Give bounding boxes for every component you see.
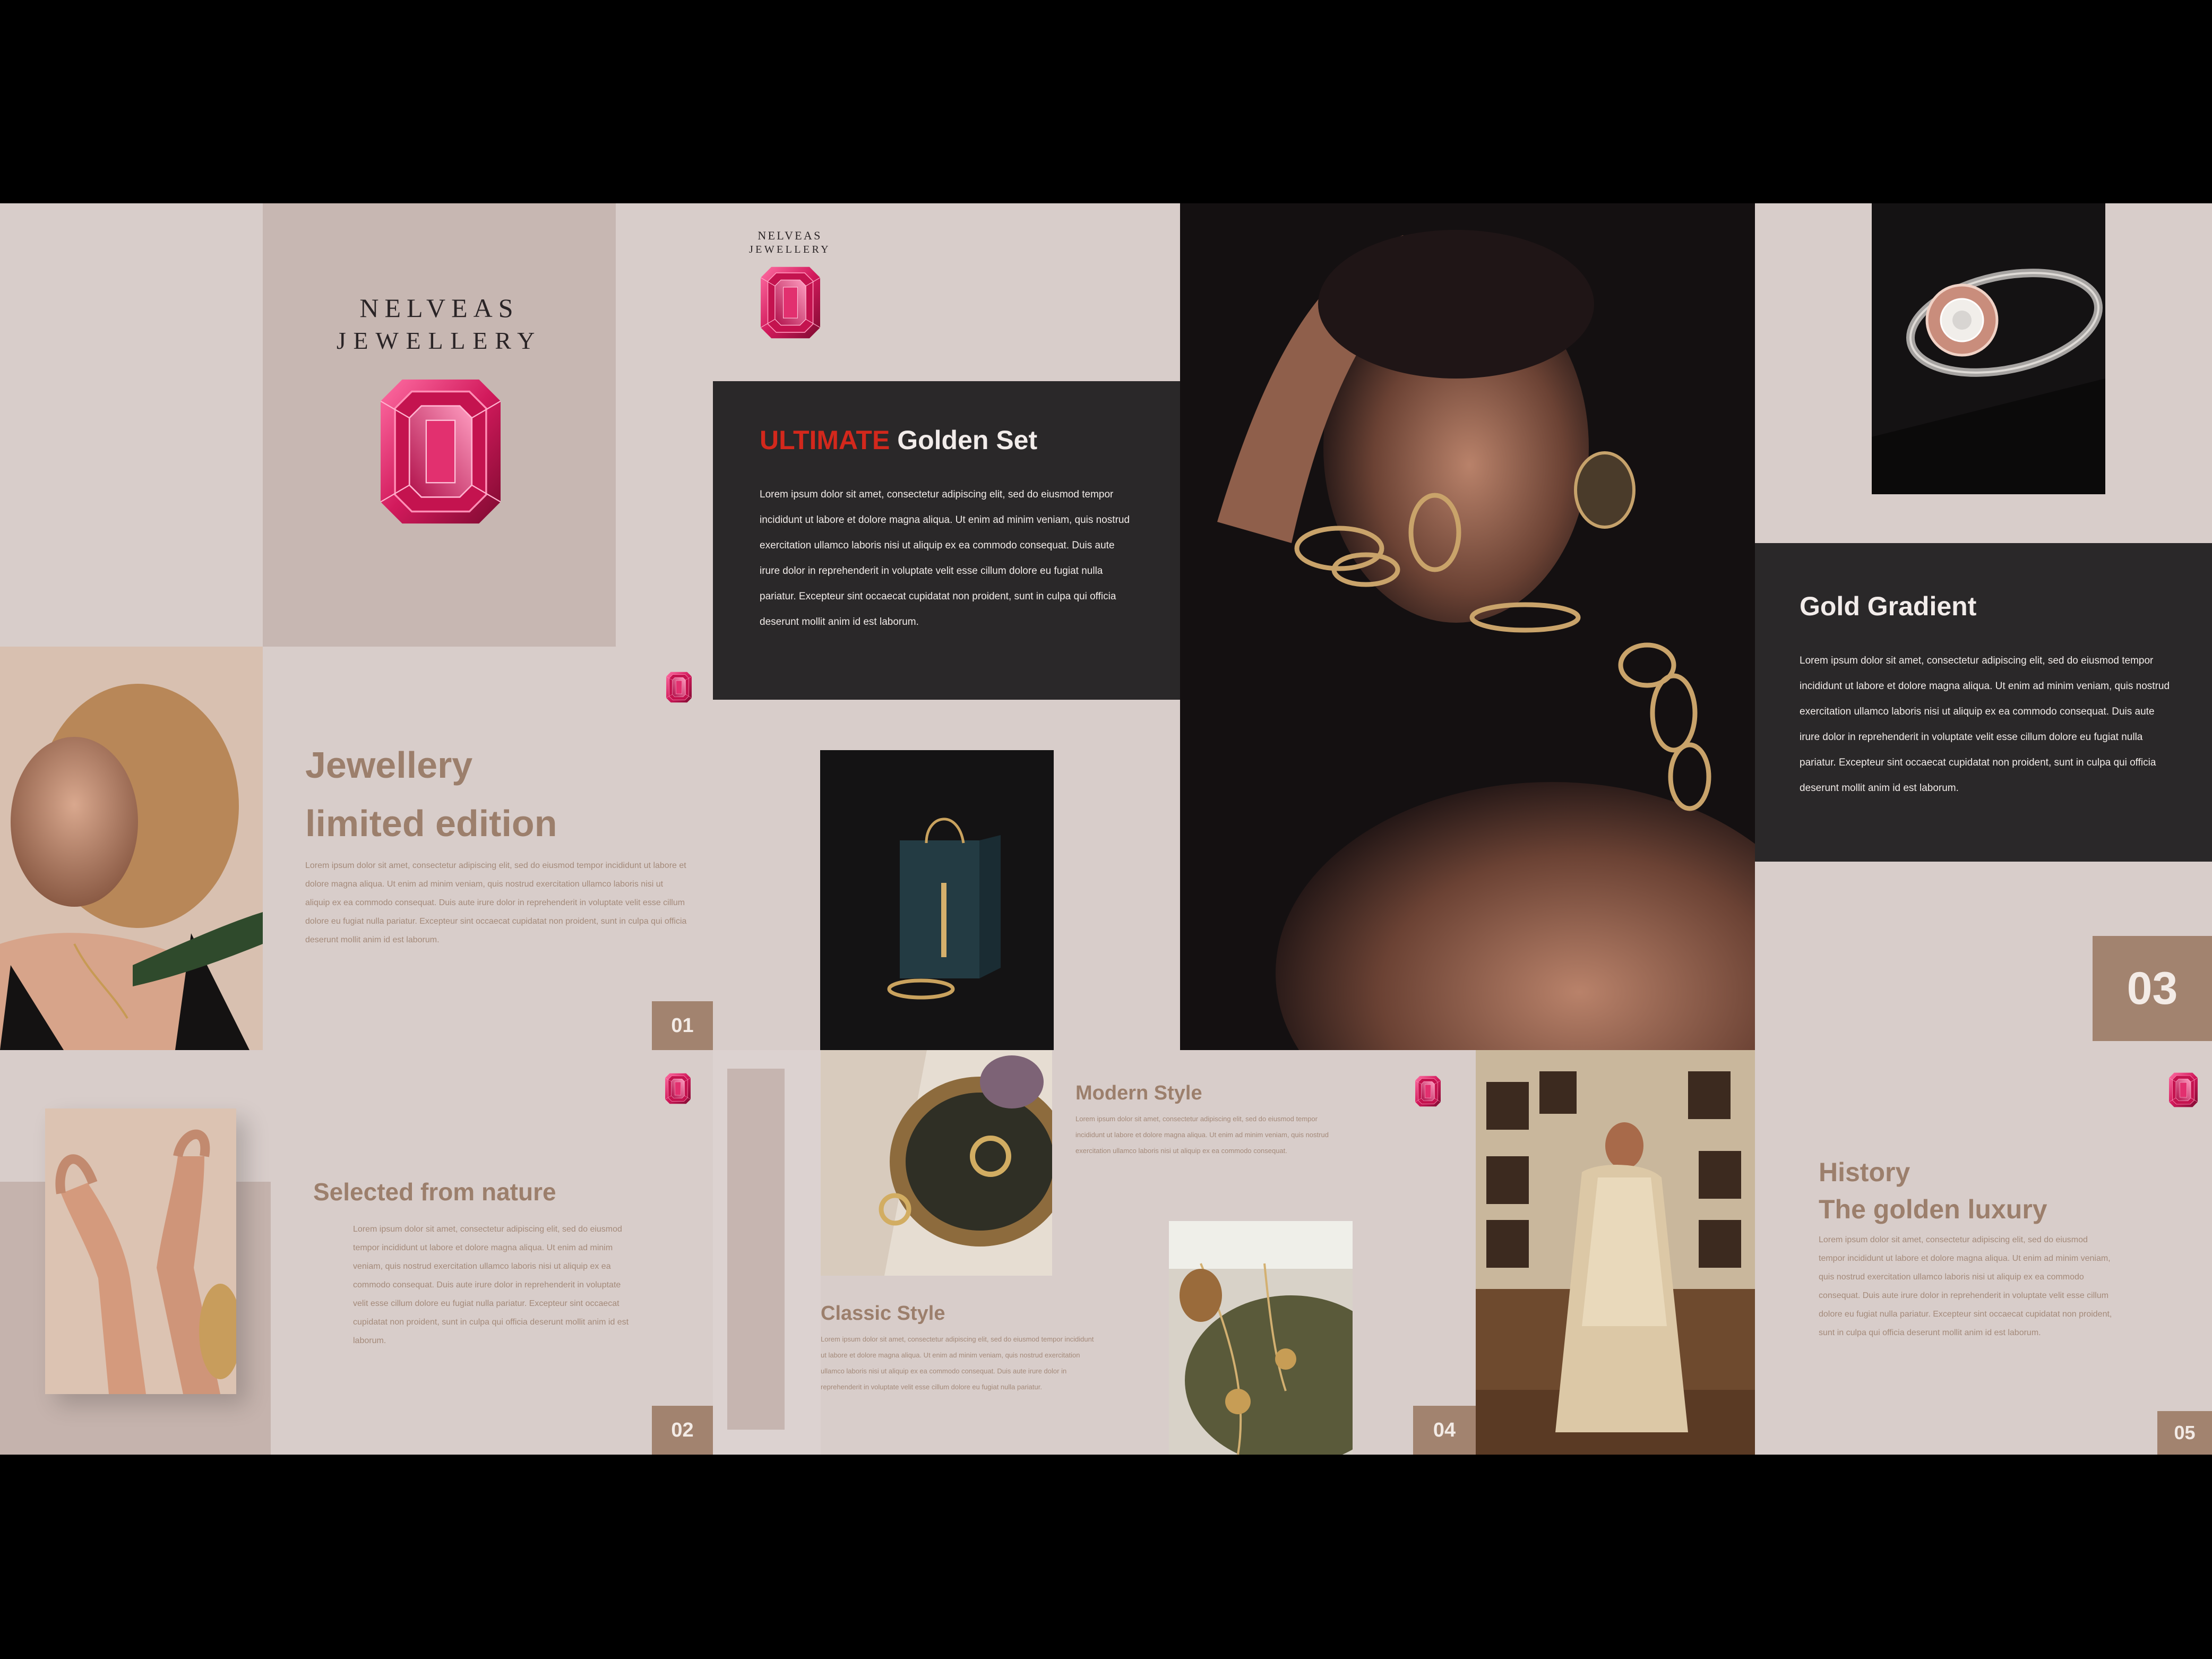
slide5-title: History The golden luxury bbox=[1819, 1154, 2047, 1228]
cover-title: ULTIMATE Golden Set bbox=[760, 425, 1037, 455]
necklace-photo bbox=[820, 750, 1054, 1050]
slide3-text-panel: Gold Gradient Lorem ipsum dolor sit amet… bbox=[1755, 543, 2212, 862]
slide1-title-line2: limited edition bbox=[305, 803, 557, 844]
slide3-body: Lorem ipsum dolor sit amet, consectetur … bbox=[1800, 655, 2170, 794]
gem-icon bbox=[1415, 1074, 1441, 1108]
slide5-title-line2: The golden luxury bbox=[1819, 1194, 2047, 1224]
slide5-number: 05 bbox=[2157, 1411, 2212, 1455]
cover-body: Lorem ipsum dolor sit amet, consectetur … bbox=[760, 489, 1130, 628]
slide1-number: 01 bbox=[652, 1001, 713, 1050]
gem-icon bbox=[761, 263, 820, 342]
slide2-body: Lorem ipsum dolor sit amet, consectetur … bbox=[353, 1225, 629, 1345]
divider-strip bbox=[727, 1069, 785, 1430]
slide1-title-line1: Jewellery bbox=[305, 744, 473, 786]
cover-title-accent: ULTIMATE bbox=[760, 425, 890, 455]
slide1-panel: Jewellery limited edition Lorem ipsum do… bbox=[263, 647, 713, 1050]
slide3-title: Gold Gradient bbox=[1800, 591, 1977, 621]
slide1-title: Jewellery limited edition bbox=[305, 736, 557, 853]
slides-collage: NELVEAS JEWELLERY NELVEAS JEWELLERY ULTI… bbox=[0, 203, 2212, 1455]
gem-icon bbox=[666, 670, 692, 704]
modern-style-title: Modern Style bbox=[1075, 1082, 1202, 1104]
slide4-panel: Modern Style Lorem ipsum dolor sit amet,… bbox=[821, 1050, 1476, 1455]
slide3-bottom-panel: 03 bbox=[1755, 862, 2212, 1050]
slide2-panel: Selected from nature Lorem ipsum dolor s… bbox=[0, 1050, 785, 1455]
blank-panel bbox=[616, 203, 713, 647]
slide2-title: Selected from nature bbox=[313, 1178, 556, 1206]
brand-name-line2: JEWELLERY bbox=[336, 327, 543, 354]
slide4-number: 04 bbox=[1413, 1406, 1476, 1455]
ring-photo bbox=[1872, 203, 2105, 494]
hands-photo bbox=[45, 1108, 236, 1394]
slide3-number: 03 bbox=[2093, 936, 2212, 1041]
modern-style-body: Lorem ipsum dolor sit amet, consectetur … bbox=[1075, 1115, 1329, 1155]
cover-header-panel: NELVEAS JEWELLERY bbox=[713, 203, 1180, 381]
cover-text-panel: ULTIMATE Golden Set Lorem ipsum dolor si… bbox=[713, 381, 1180, 700]
small-brand-line2: JEWELLERY bbox=[748, 244, 831, 255]
portrait-photo bbox=[1180, 203, 1755, 1050]
woman-profile-photo bbox=[0, 647, 263, 1050]
slide2-number: 02 bbox=[652, 1406, 713, 1455]
slide3-top-panel bbox=[1755, 203, 2212, 543]
jewellery-tray-photo bbox=[821, 1050, 1052, 1276]
blank-panel bbox=[0, 203, 263, 647]
slide5-body: Lorem ipsum dolor sit amet, consectetur … bbox=[1819, 1235, 2112, 1337]
cover-title-rest: Golden Set bbox=[897, 425, 1038, 455]
slide1-body: Lorem ipsum dolor sit amet, consectetur … bbox=[305, 861, 687, 944]
gem-icon bbox=[381, 371, 501, 532]
bride-photo bbox=[1476, 1050, 1755, 1455]
slide5-title-line1: History bbox=[1819, 1157, 1910, 1187]
gem-icon bbox=[665, 1071, 691, 1106]
logo-panel: NELVEAS JEWELLERY bbox=[263, 203, 616, 647]
classic-style-body: Lorem ipsum dolor sit amet, consectetur … bbox=[821, 1335, 1094, 1391]
slide5-panel: History The golden luxury Lorem ipsum do… bbox=[1755, 1050, 2212, 1455]
gem-icon bbox=[2169, 1071, 2198, 1108]
small-brand-line1: NELVEAS bbox=[758, 229, 822, 242]
classic-style-title: Classic Style bbox=[821, 1302, 945, 1325]
pendants-photo bbox=[1169, 1221, 1353, 1455]
necklace-panel bbox=[713, 700, 1180, 1050]
brand-name-line1: NELVEAS bbox=[359, 293, 519, 323]
